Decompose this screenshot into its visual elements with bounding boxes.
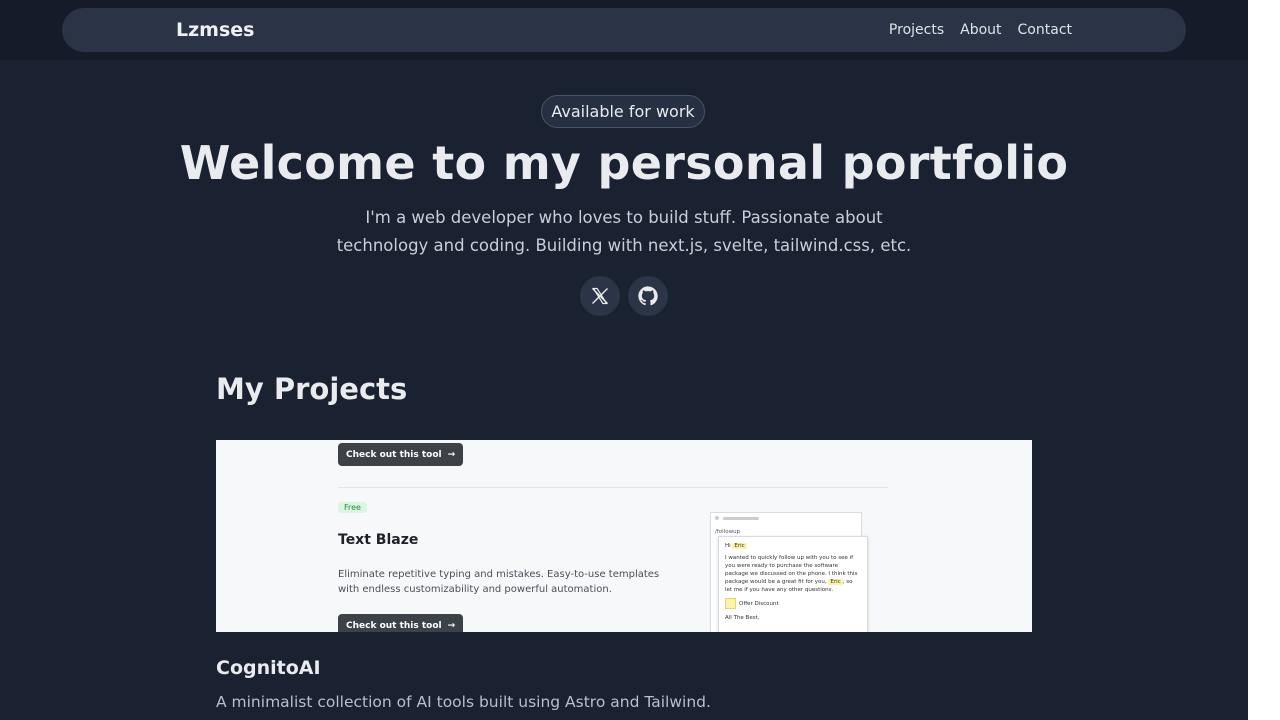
github-icon: [638, 286, 658, 306]
preview-title: Text Blaze: [338, 532, 419, 548]
social-links: [580, 276, 668, 316]
nav-links: Projects About Contact: [889, 22, 1072, 38]
preview-free-badge: Free: [338, 502, 367, 513]
availability-badge: Available for work: [541, 95, 705, 128]
nav-link-contact[interactable]: Contact: [1018, 22, 1072, 38]
arrow-right-icon: →: [447, 620, 456, 631]
preview-cta-button-top: Check out this tool →: [338, 443, 464, 466]
checkbox-icon: [725, 598, 736, 609]
project-name[interactable]: CognitoAI: [216, 657, 321, 679]
preview-mock-body: I wanted to quickly follow up with you t…: [725, 555, 858, 593]
navbar: Lzmses Projects About Contact: [62, 8, 1186, 52]
hero-subtitle: I'm a web developer who loves to build s…: [336, 208, 912, 255]
project-preview-image[interactable]: Check out this tool → Free Text Blaze El…: [216, 440, 1032, 632]
scrollbar-track[interactable]: [1248, 0, 1280, 720]
x-icon: [592, 287, 608, 305]
nav-link-about[interactable]: About: [960, 22, 1001, 38]
page: Lzmses Projects About Contact Available …: [0, 0, 1248, 720]
preview-mock-checkbox-row: Offer Discount: [725, 598, 861, 609]
preview-cta-button-bottom: Check out this tool →: [338, 614, 464, 632]
nav-link-projects[interactable]: Projects: [889, 22, 944, 38]
hero-title: Welcome to my personal portfolio: [179, 136, 1069, 190]
preview-mock-popup: Hi Eric I wanted to quickly follow up wi…: [718, 536, 868, 632]
brand-logo[interactable]: Lzmses: [176, 19, 254, 41]
preview-mock-greeting: Hi Eric: [725, 543, 747, 549]
preview-cta-label: Check out this tool: [346, 620, 442, 631]
project-description: A minimalist collection of AI tools buil…: [216, 693, 711, 711]
preview-mock-titlebar: [715, 516, 759, 520]
preview-mock-shortcut: /followup: [715, 529, 741, 535]
x-link[interactable]: [580, 276, 620, 316]
preview-cta-label: Check out this tool: [346, 449, 442, 460]
preview-description: Eliminate repetitive typing and mistakes…: [338, 569, 660, 595]
preview-mock-signoff: All The Best,: [725, 615, 760, 621]
projects-section-title: My Projects: [216, 372, 408, 406]
github-link[interactable]: [628, 276, 668, 316]
arrow-right-icon: →: [447, 449, 456, 460]
preview-divider: [338, 487, 888, 488]
